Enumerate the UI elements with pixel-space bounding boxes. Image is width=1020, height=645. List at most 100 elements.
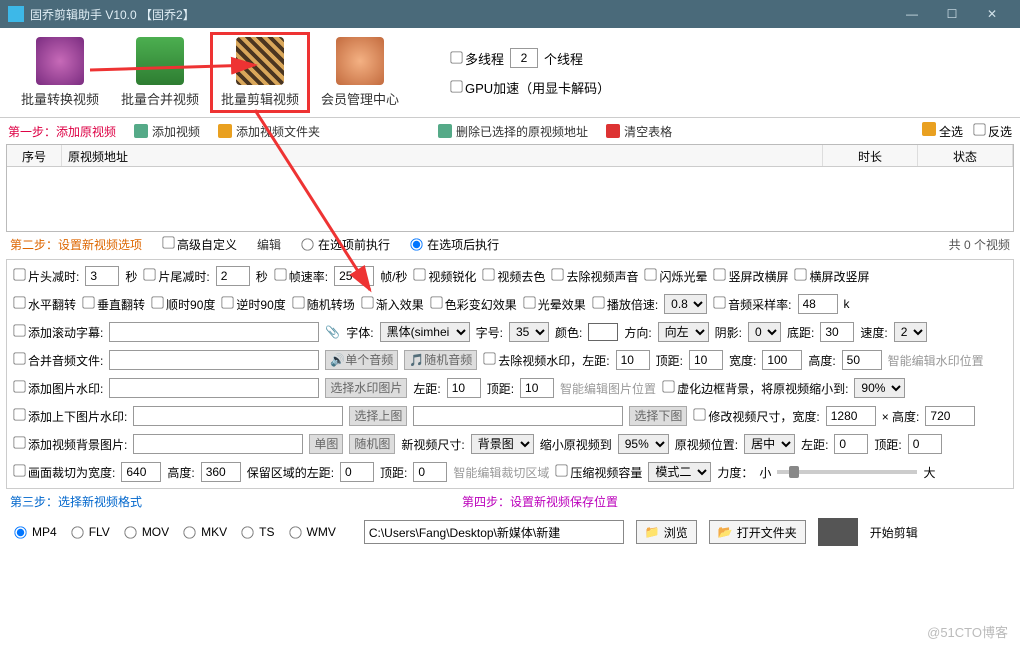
clear-table-btn[interactable]: 清空表格 (606, 123, 672, 140)
crop-h[interactable] (201, 462, 241, 482)
fmt-mov[interactable]: MOV (124, 525, 169, 539)
delete-selected-btn[interactable]: 删除已选择的原视频地址 (438, 123, 588, 140)
fmt-wmv[interactable]: WMV (289, 525, 336, 539)
vflip-check[interactable]: 垂直翻转 (82, 296, 145, 313)
keep-top[interactable] (413, 462, 447, 482)
tb-top-input[interactable] (133, 406, 343, 426)
hflip-check[interactable]: 水平翻转 (13, 296, 76, 313)
single-img-btn[interactable]: 单图 (309, 434, 343, 454)
color-picker[interactable] (588, 323, 618, 341)
select-wm-img-btn[interactable]: 选择水印图片 (325, 378, 407, 398)
browse-btn[interactable]: 📁浏览 (636, 520, 697, 544)
wm-width[interactable] (762, 350, 802, 370)
multithread-check[interactable]: 多线程 (450, 49, 504, 68)
tail-cut-val[interactable] (216, 266, 250, 286)
edit-btn[interactable]: 编辑 (257, 236, 281, 253)
fmt-flv[interactable]: FLV (71, 525, 110, 539)
colorshift-check[interactable]: 色彩变幻效果 (430, 296, 517, 313)
size-combo[interactable]: 35 (509, 322, 549, 342)
fps-val[interactable] (334, 266, 374, 286)
newsize-combo[interactable]: 背景图 (471, 434, 534, 454)
resize-h[interactable] (925, 406, 975, 426)
img-watermark-input[interactable] (109, 378, 319, 398)
fps-check[interactable]: 帧速率: (274, 268, 328, 285)
merge-audio-input[interactable] (109, 350, 319, 370)
fmt-mp4[interactable]: MP4 (14, 525, 57, 539)
ccw90-check[interactable]: 逆时90度 (221, 296, 285, 313)
img-watermark-check[interactable]: 添加图片水印: (13, 380, 103, 397)
bg-top[interactable] (908, 434, 942, 454)
thread-input[interactable] (510, 48, 538, 68)
blur-border-check[interactable]: 虚化边框背景，将原视频缩小到: (662, 380, 848, 397)
wm-left[interactable] (616, 350, 650, 370)
audiorate-val[interactable] (798, 294, 838, 314)
select-all-check[interactable]: 全选 (922, 122, 963, 140)
dir-combo[interactable]: 向左 (658, 322, 709, 342)
smart-wm-btn[interactable]: 智能编辑水印位置 (888, 352, 984, 369)
tool-edit-selected[interactable]: 批量剪辑视频 (210, 32, 310, 113)
speed-check[interactable]: 播放倍速: (592, 296, 658, 313)
gpu-check[interactable]: GPU加速（用显卡解码） (450, 78, 610, 97)
add-video-btn[interactable]: 添加视频 (134, 123, 200, 140)
random-audio-btn[interactable]: 🎵随机音频 (404, 350, 477, 370)
maximize-button[interactable]: ☐ (932, 0, 972, 28)
exec-before-radio[interactable]: 在选项前执行 (301, 236, 390, 253)
mute-check[interactable]: 去除视频声音 (551, 268, 638, 285)
bottom-dist[interactable] (820, 322, 854, 342)
crop-check[interactable]: 画面裁切为宽度: (13, 464, 115, 481)
shadow-combo[interactable]: 0 (748, 322, 781, 342)
head-cut-val[interactable] (85, 266, 119, 286)
tool-convert[interactable]: 批量转换视频 (10, 37, 110, 108)
compress-mode-combo[interactable]: 模式二 (648, 462, 711, 482)
shrink-combo[interactable]: 95% (618, 434, 669, 454)
single-audio-btn[interactable]: 🔊单个音频 (325, 350, 398, 370)
scroll-text-check[interactable]: 添加滚动字幕: (13, 324, 103, 341)
rnd-trans-check[interactable]: 随机转场 (292, 296, 355, 313)
bg-left[interactable] (834, 434, 868, 454)
cw90-check[interactable]: 顺时90度 (151, 296, 215, 313)
smart-crop-btn[interactable]: 智能编辑裁切区域 (453, 464, 549, 481)
bg-img-input[interactable] (133, 434, 303, 454)
head-cut-check[interactable]: 片头减时: (13, 268, 79, 285)
start-icon[interactable] (818, 518, 858, 546)
speed-combo[interactable]: 0.8 (664, 294, 707, 314)
random-img-btn[interactable]: 随机图 (349, 434, 395, 454)
fmt-ts[interactable]: TS (241, 525, 274, 539)
halo-check[interactable]: 光晕效果 (523, 296, 586, 313)
crop-w[interactable] (121, 462, 161, 482)
close-button[interactable]: ✕ (972, 0, 1012, 28)
blur-pct-combo[interactable]: 90% (854, 378, 905, 398)
smart-img-btn[interactable]: 智能编辑图片位置 (560, 380, 656, 397)
fmt-mkv[interactable]: MKV (183, 525, 227, 539)
flash-check[interactable]: 闪烁光晕 (644, 268, 707, 285)
merge-audio-check[interactable]: 合并音频文件: (13, 352, 103, 369)
remove-watermark-check[interactable]: 去除视频水印，左距: (483, 352, 609, 369)
desaturate-check[interactable]: 视频去色 (482, 268, 545, 285)
compress-check[interactable]: 压缩视频容量 (555, 464, 642, 481)
wm-height[interactable] (842, 350, 882, 370)
tail-cut-check[interactable]: 片尾减时: (143, 268, 209, 285)
tb-img-check[interactable]: 添加上下图片水印: (13, 408, 127, 425)
speed-text-combo[interactable]: 2 (894, 322, 927, 342)
sharpen-check[interactable]: 视频锐化 (413, 268, 476, 285)
h2v-check[interactable]: 横屏改竖屏 (794, 268, 869, 285)
tool-merge[interactable]: 批量合并视频 (110, 37, 210, 108)
adv-check[interactable]: 高级自定义 (162, 236, 237, 253)
minimize-button[interactable]: — (892, 0, 932, 28)
tb-bottom-input[interactable] (413, 406, 623, 426)
pos-combo[interactable]: 居中 (744, 434, 795, 454)
audiorate-check[interactable]: 音频采样率: (713, 296, 791, 313)
exec-after-radio[interactable]: 在选项后执行 (410, 236, 499, 253)
resize-check[interactable]: 修改视频尺寸，宽度: (693, 408, 819, 425)
img-left[interactable] (447, 378, 481, 398)
img-top[interactable] (520, 378, 554, 398)
bg-img-check[interactable]: 添加视频背景图片: (13, 436, 127, 453)
fadein-check[interactable]: 渐入效果 (361, 296, 424, 313)
scroll-text-input[interactable] (109, 322, 319, 342)
save-path-input[interactable] (364, 520, 624, 544)
invert-check[interactable]: 反选 (973, 123, 1012, 140)
tool-member[interactable]: 会员管理中心 (310, 37, 410, 108)
start-label[interactable]: 开始剪辑 (870, 524, 918, 541)
open-folder-btn[interactable]: 📂打开文件夹 (709, 520, 806, 544)
wm-top[interactable] (689, 350, 723, 370)
